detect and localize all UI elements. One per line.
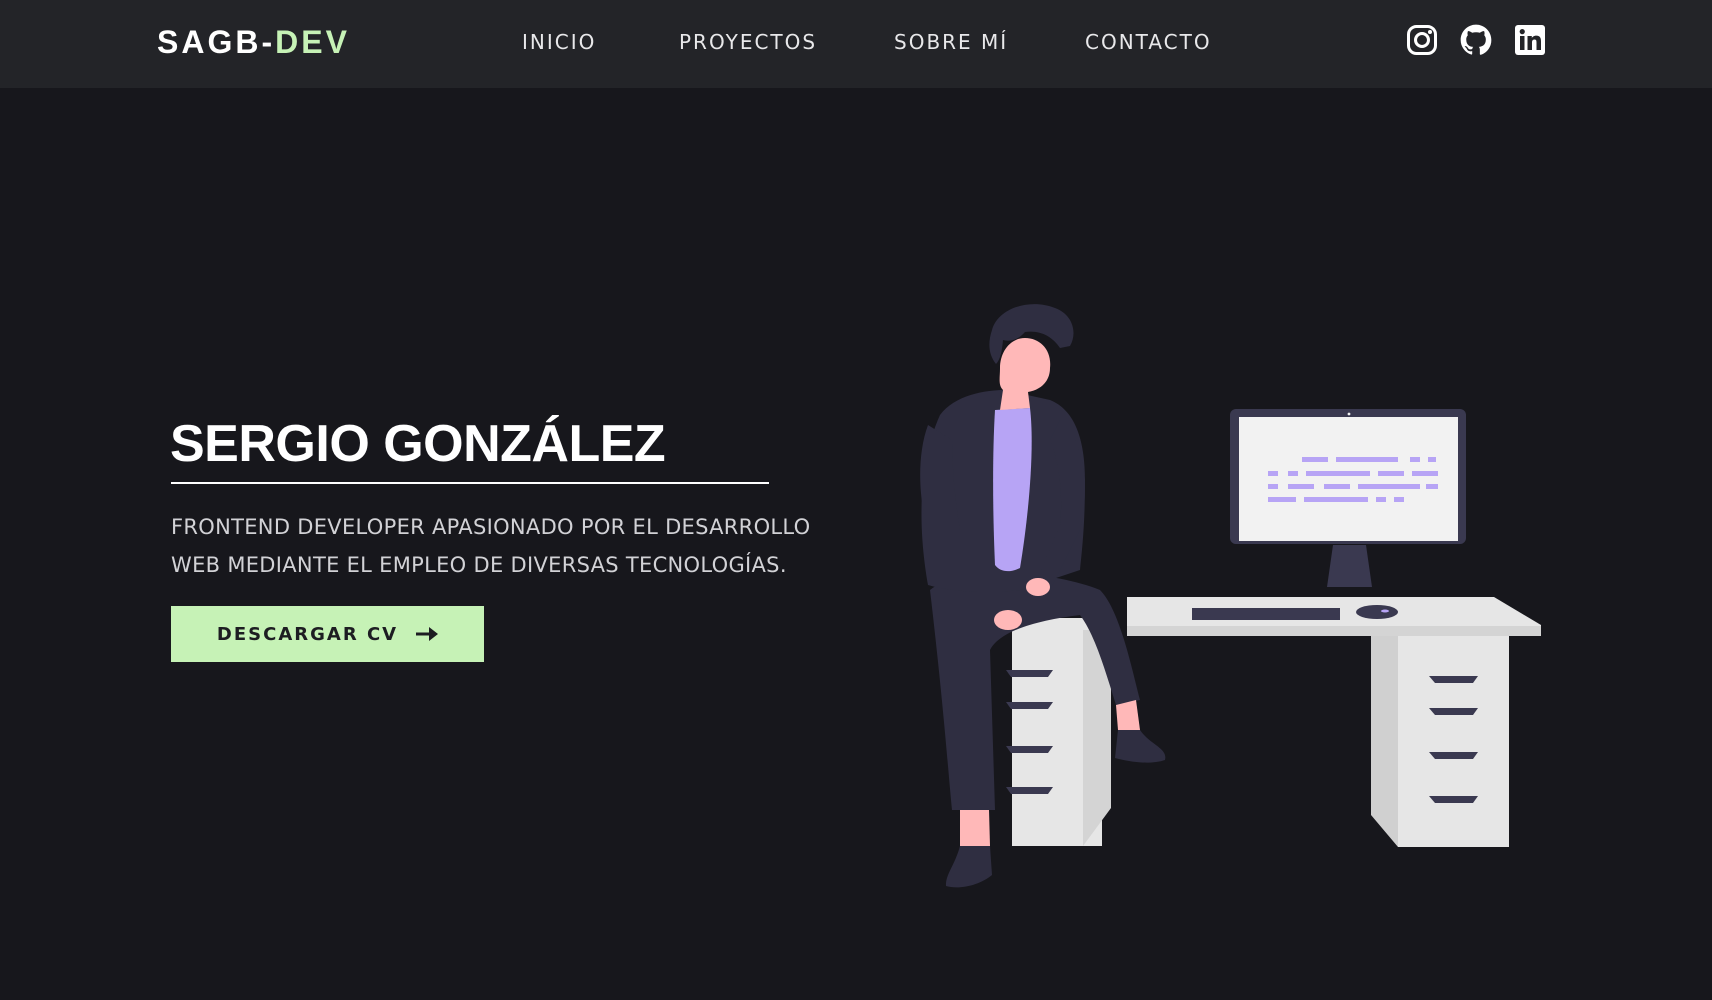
instagram-link[interactable] [1406,24,1438,56]
linkedin-link[interactable] [1514,24,1546,56]
brand-logo[interactable]: SAGB-DEV [157,24,350,61]
github-icon [1460,24,1492,55]
download-cv-label: DESCARGAR CV [216,623,399,645]
instagram-icon [1407,25,1437,55]
download-cv-button[interactable]: DESCARGAR CV [171,606,484,662]
nav-item-proyectos[interactable]: PROYECTOS [679,30,817,54]
linkedin-icon [1515,25,1545,55]
hero-subtitle-line-1: FRONTEND DEVELOPER APASIONADO POR EL DES… [171,515,811,539]
nav-item-inicio[interactable]: INICIO [522,30,596,54]
hero-subtitle: FRONTEND DEVELOPER APASIONADO POR EL DES… [171,508,911,584]
brand-prefix: SAGB- [157,24,276,60]
title-underline [171,482,769,484]
developer-desk-illustration [920,304,1541,888]
github-link[interactable] [1460,24,1492,56]
arrow-right-icon [416,627,439,641]
nav-item-sobre-mi[interactable]: SOBRE MÍ [894,30,1008,54]
navbar: SAGB-DEV INICIO PROYECTOS SOBRE MÍ CONTA… [0,0,1712,88]
brand-accent: DEV [275,24,350,60]
hero-subtitle-line-2: WEB MEDIANTE EL EMPLEO DE DIVERSAS TECNO… [171,553,787,577]
nav-item-contacto[interactable]: CONTACTO [1085,30,1212,54]
hero-title: SERGIO GONZÁLEZ [170,415,666,473]
